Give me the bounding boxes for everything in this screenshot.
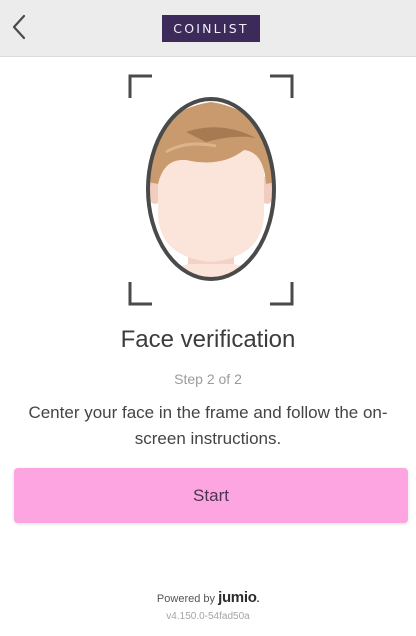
jumio-logo: jumio: [218, 589, 257, 606]
start-button[interactable]: Start: [14, 468, 408, 523]
face-frame-icon: [128, 74, 294, 306]
logo-text: COINLIST: [173, 21, 249, 36]
start-button-label: Start: [193, 485, 229, 505]
face-oval: [146, 97, 276, 281]
top-bar: COINLIST: [0, 0, 416, 57]
page-title: Face verification: [120, 326, 296, 353]
chevron-left-icon: [12, 14, 26, 40]
back-button[interactable]: [6, 10, 36, 44]
instructions-text: Center your face in the frame and follow…: [28, 403, 388, 448]
powered-by-label: Powered by: [156, 593, 216, 605]
step-indicator: Step 2 of 2: [174, 371, 242, 387]
version-label: v4.150.0-54fad50a: [166, 611, 250, 622]
powered-by: Powered by jumio.: [156, 589, 260, 606]
coinlist-logo: COINLIST: [162, 15, 260, 42]
